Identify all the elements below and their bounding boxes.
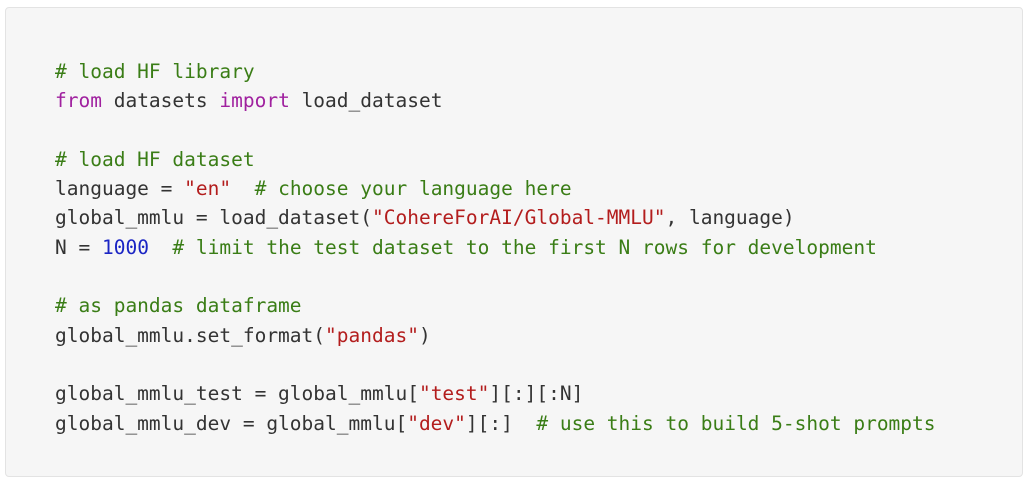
code-number: 1000	[101, 235, 149, 259]
code-line: global_mmlu = load_dataset("CohereForAI/…	[55, 203, 936, 232]
code-comment: # use this to build 5-shot prompts	[536, 411, 936, 435]
code-line: # load HF dataset	[55, 145, 936, 174]
code-block: # load HF library from datasets import lo…	[5, 7, 1023, 477]
code-comment: # choose your language here	[254, 177, 572, 201]
code-text: global_mmlu_dev = global_mmlu[	[55, 411, 408, 435]
code-text: N =	[55, 235, 102, 259]
code-comment: # limit the test dataset to the first N …	[172, 235, 877, 259]
code-line: global_mmlu_test = global_mmlu["test"][:…	[55, 379, 936, 408]
code-keyword: import	[219, 89, 290, 113]
code-line: global_mmlu.set_format("pandas")	[55, 321, 936, 350]
code-string: "dev"	[407, 411, 466, 435]
code-string: "pandas"	[325, 323, 419, 347]
code-line: from datasets import load_dataset	[55, 86, 936, 115]
code-text: ][:]	[465, 411, 537, 435]
code-line: N = 1000 # limit the test dataset to the…	[55, 233, 936, 262]
code-comment: # load HF dataset	[55, 147, 255, 171]
code-text: , language)	[665, 206, 795, 230]
code-comment: # as pandas dataframe	[55, 294, 302, 318]
code-content[interactable]: # load HF library from datasets import lo…	[55, 57, 936, 438]
code-text: load_dataset	[289, 89, 443, 113]
code-line: # as pandas dataframe	[55, 291, 936, 320]
code-text: global_mmlu = load_dataset(	[55, 206, 372, 230]
code-string: "CohereForAI/Global-MMLU"	[371, 206, 666, 230]
code-text: global_mmlu.set_format(	[55, 323, 326, 347]
code-text: datasets	[101, 89, 220, 113]
code-text: )	[418, 323, 431, 347]
code-text: global_mmlu_test = global_mmlu[	[55, 382, 419, 406]
code-text: ][:][:N]	[489, 382, 584, 406]
code-keyword: from	[55, 89, 102, 113]
code-string: "test"	[418, 382, 490, 406]
code-line: global_mmlu_dev = global_mmlu["dev"][:] …	[55, 409, 936, 438]
code-string: "en"	[184, 177, 232, 201]
code-line: # load HF library	[55, 57, 936, 86]
code-line: language = "en" # choose your language h…	[55, 174, 936, 203]
code-text: language =	[55, 177, 185, 201]
code-comment: # load HF library	[55, 60, 255, 83]
